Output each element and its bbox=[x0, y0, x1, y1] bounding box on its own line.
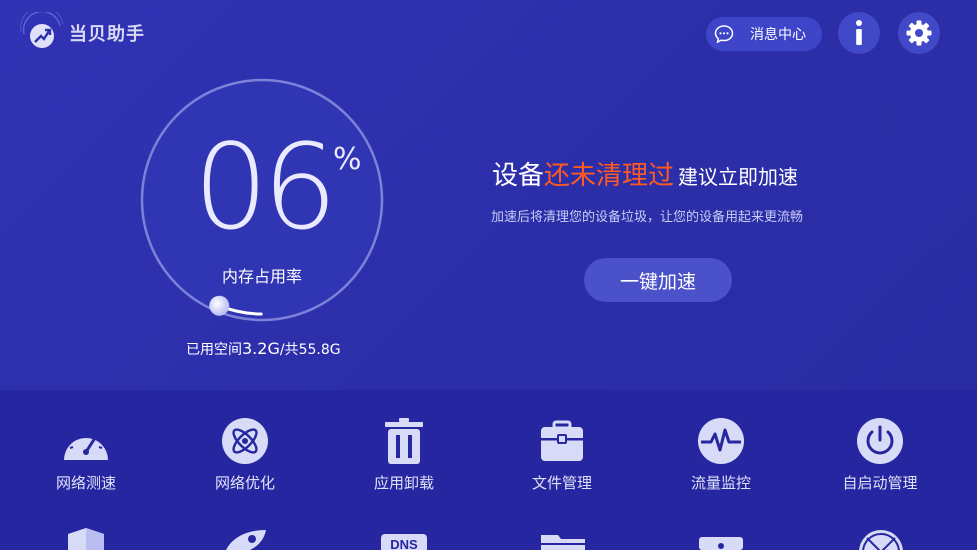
tool-file-manager[interactable]: 文件管理 bbox=[502, 418, 622, 493]
status-prefix: 设备 bbox=[492, 161, 545, 191]
used-space: 3.2G bbox=[242, 339, 280, 358]
chat-bubble-icon bbox=[714, 25, 734, 44]
status-suffix: 建议立即加速 bbox=[678, 165, 799, 189]
memory-percent-value: 06 bbox=[193, 118, 337, 256]
briefcase-icon bbox=[541, 420, 583, 461]
tool-label: 自启动管理 bbox=[842, 474, 918, 492]
total-space: 55.8G bbox=[298, 342, 341, 358]
tool-traffic-monitor[interactable]: 流量监控 bbox=[661, 418, 781, 493]
tool-network-speed-test[interactable]: 网络测速 bbox=[26, 418, 146, 493]
speedometer-icon bbox=[64, 428, 108, 460]
shield-icon[interactable] bbox=[66, 528, 106, 550]
pulse-icon bbox=[698, 418, 744, 464]
tool-label: 应用卸载 bbox=[373, 474, 434, 492]
usage-separator: /共 bbox=[279, 342, 299, 358]
globe-icon[interactable] bbox=[857, 528, 905, 550]
status-description: 加速后将清理您的设备垃圾，让您的设备用起来更流畅 bbox=[491, 210, 804, 225]
one-click-speedup-button[interactable]: 一键加速 bbox=[584, 258, 732, 302]
rocket-badge-icon bbox=[20, 12, 64, 48]
info-icon bbox=[856, 20, 862, 45]
message-center-label: 消息中心 bbox=[750, 27, 806, 43]
tool-app-uninstall[interactable]: 应用卸载 bbox=[344, 418, 464, 493]
camera-icon[interactable] bbox=[698, 528, 744, 550]
info-button[interactable] bbox=[838, 12, 880, 54]
dns-text: DNS bbox=[390, 537, 418, 550]
gauge-label: 内存占用率 bbox=[222, 267, 303, 286]
tool-label: 网络测速 bbox=[55, 474, 116, 492]
gear-icon bbox=[906, 20, 932, 46]
status-warning: 还未清理过 bbox=[544, 161, 675, 191]
settings-button[interactable] bbox=[898, 12, 940, 54]
folder-icon[interactable] bbox=[540, 528, 586, 550]
tool-autostart-manager[interactable]: 自启动管理 bbox=[820, 418, 940, 493]
tool-network-optimize[interactable]: 网络优化 bbox=[185, 418, 305, 493]
tool-label: 文件管理 bbox=[531, 474, 592, 492]
usage-prefix: 已用空间 bbox=[186, 342, 242, 358]
percent-sign: % bbox=[333, 142, 362, 177]
atom-icon bbox=[222, 418, 268, 464]
gauge-knob bbox=[209, 295, 230, 316]
trash-icon bbox=[385, 418, 423, 464]
dns-icon[interactable]: DNS bbox=[380, 528, 428, 550]
rocket-icon[interactable] bbox=[222, 528, 270, 550]
status-headline: 设备还未清理过 建议立即加速 bbox=[492, 155, 798, 192]
app-title: 当贝助手 bbox=[69, 24, 145, 45]
tool-label: 流量监控 bbox=[690, 474, 751, 492]
tool-label: 网络优化 bbox=[214, 474, 275, 492]
message-center-button[interactable]: 消息中心 bbox=[706, 17, 822, 51]
power-icon bbox=[857, 418, 903, 464]
storage-usage: 已用空间3.2G/共55.8G bbox=[186, 339, 341, 359]
